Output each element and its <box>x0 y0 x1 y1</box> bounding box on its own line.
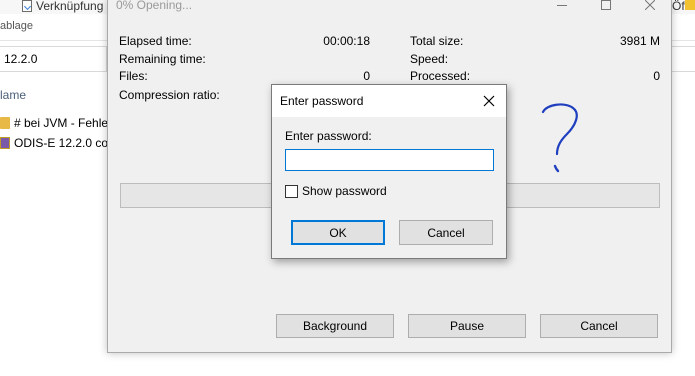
rar-archive-icon <box>0 137 10 149</box>
minimize-button[interactable] <box>540 0 584 14</box>
handwritten-question-mark-icon <box>541 103 578 173</box>
enter-password-dialog: Enter password Enter password: Show pass… <box>271 84 507 259</box>
dialog-title: Enter password <box>280 94 364 108</box>
window-title: 0% Opening... <box>116 0 193 12</box>
total-size-value: 3981 M <box>619 34 660 48</box>
files-label: Files: <box>119 69 148 83</box>
remaining-time-label: Remaining time: <box>119 52 206 66</box>
elapsed-time-label: Elapsed time: <box>119 34 192 48</box>
ribbon-group-label: ablage <box>0 20 34 32</box>
minimize-icon <box>557 4 567 6</box>
search-box[interactable] <box>671 46 695 72</box>
dialog-close-button[interactable] <box>480 92 498 110</box>
speed-label: Speed: <box>410 52 449 66</box>
maximize-button[interactable] <box>584 0 628 14</box>
ok-button[interactable]: OK <box>291 220 385 245</box>
show-password-toggle[interactable]: Show password <box>285 184 387 198</box>
folder-icon <box>0 117 10 129</box>
close-icon <box>645 0 655 10</box>
compression-ratio-label: Compression ratio: <box>119 88 220 102</box>
cancel-button[interactable]: Cancel <box>540 314 658 338</box>
elapsed-time-value: 00:00:18 <box>323 34 370 48</box>
file-name: ODIS-E 12.2.0 com <box>14 136 107 150</box>
ribbon-button-label: Verknüpfung <box>36 0 104 13</box>
shortcut-icon <box>22 0 32 12</box>
show-password-checkbox[interactable] <box>285 184 298 198</box>
open-icon <box>685 0 695 10</box>
pause-button[interactable]: Pause <box>408 314 526 338</box>
show-password-label: Show password <box>302 184 387 198</box>
background-button[interactable]: Background <box>276 314 394 338</box>
processed-label: Processed: <box>410 69 471 83</box>
file-list-item[interactable]: ODIS-E 12.2.0 com <box>0 133 107 153</box>
file-name: # bei JVM - Fehler <box>14 116 107 130</box>
file-list-item[interactable]: # bei JVM - Fehler <box>0 113 107 133</box>
ribbon-button-shortcut[interactable]: Verknüpfung <box>22 0 103 14</box>
maximize-icon <box>601 0 611 10</box>
close-icon <box>483 95 495 107</box>
password-input[interactable] <box>285 149 494 171</box>
close-button[interactable] <box>628 0 672 14</box>
files-value: 0 <box>363 69 370 83</box>
dialog-cancel-button[interactable]: Cancel <box>399 220 493 245</box>
password-field-label: Enter password: <box>285 129 372 143</box>
dialog-titlebar: Enter password <box>272 85 506 117</box>
processed-value: 0 <box>653 69 660 83</box>
address-bar[interactable]: 12.2.0 <box>0 46 107 72</box>
total-size-label: Total size: <box>410 34 464 48</box>
column-header-name[interactable]: lame <box>0 88 26 102</box>
